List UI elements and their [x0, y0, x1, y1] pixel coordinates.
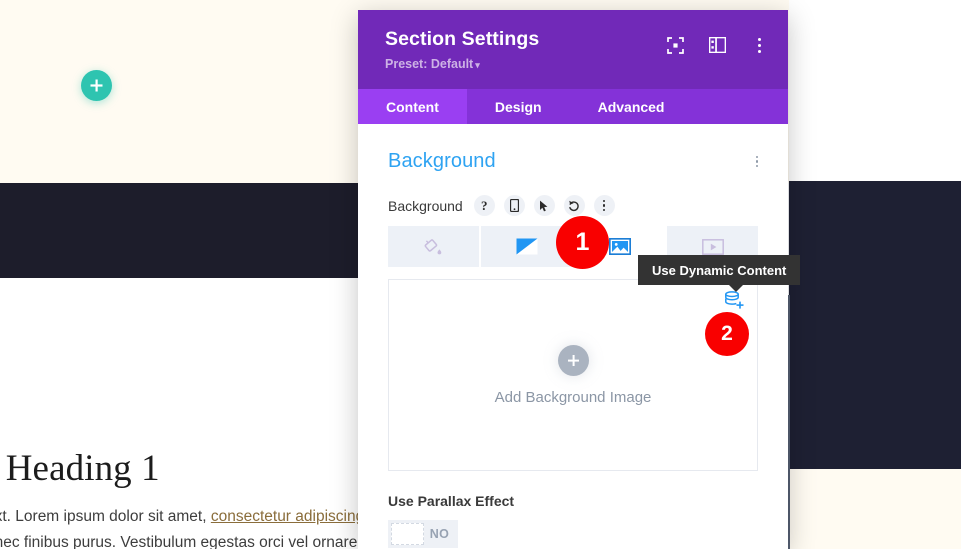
more-options-icon[interactable]	[593, 195, 615, 216]
step-badge-1: 1	[556, 216, 609, 269]
modal-tab-bar: Content Design Advanced	[358, 89, 788, 124]
screenshot-root: t Heading 1 ext. Lorem ipsum dolor sit a…	[0, 0, 961, 549]
background-color-tab[interactable]	[388, 226, 479, 267]
page-right-dark-panel	[789, 181, 961, 469]
toggle-knob	[391, 523, 424, 545]
step-badge-2: 2	[705, 312, 749, 356]
tab-advanced[interactable]: Advanced	[570, 89, 693, 124]
paragraph-link[interactable]: consectetur adipiscing	[211, 508, 364, 525]
more-options-icon[interactable]	[750, 36, 768, 54]
page-heading: t Heading 1	[0, 448, 160, 489]
gradient-icon	[516, 238, 537, 255]
page-dark-band	[0, 183, 359, 278]
database-plus-icon[interactable]	[723, 290, 745, 312]
background-section-header: Background	[358, 124, 788, 173]
vertical-ellipsis-glyph	[757, 37, 761, 53]
undo-glyph	[569, 200, 579, 211]
responsive-mobile-icon[interactable]	[503, 195, 525, 216]
video-icon	[701, 238, 724, 255]
layout-panel-glyph	[708, 37, 726, 53]
preset-selector[interactable]: Preset: Default ▾	[385, 57, 762, 71]
add-section-button[interactable]	[81, 70, 112, 101]
paragraph-text-line2: , nec finibus purus. Vestibulum egestas …	[0, 534, 358, 549]
background-field-row: Background ?	[358, 173, 788, 216]
tab-design[interactable]: Design	[467, 89, 570, 124]
paint-bucket-icon	[424, 239, 442, 255]
database-plus-glyph	[725, 291, 744, 309]
focus-target-glyph	[666, 36, 684, 54]
modal-header-actions	[666, 36, 768, 54]
help-icon[interactable]: ?	[473, 195, 495, 216]
hover-cursor-icon[interactable]	[533, 195, 555, 216]
background-section-more-options-icon[interactable]	[755, 155, 758, 168]
page-right-white-top	[789, 0, 961, 181]
background-field-label: Background	[388, 197, 463, 214]
plus-icon	[90, 79, 103, 92]
dynamic-content-tooltip: Use Dynamic Content	[638, 255, 801, 292]
modal-header: Section Settings Preset: Default ▾	[358, 10, 788, 89]
parallax-label: Use Parallax Effect	[388, 493, 515, 509]
background-section-title[interactable]: Background	[388, 150, 496, 173]
background-image-dropzone[interactable]: Add Background Image	[388, 279, 758, 471]
page-paragraph: ext. Lorem ipsum dolor sit amet, consect…	[0, 504, 386, 549]
parallax-toggle[interactable]: NO	[388, 520, 458, 548]
chevron-down-icon: ▾	[475, 60, 480, 70]
vertical-ellipsis-glyph	[602, 199, 606, 212]
reset-undo-icon[interactable]	[563, 195, 585, 216]
paragraph-text-prefix: ext. Lorem ipsum dolor sit amet,	[0, 508, 211, 525]
mobile-glyph	[509, 199, 519, 212]
parallax-toggle-value: NO	[429, 527, 450, 541]
vertical-ellipsis-glyph	[755, 155, 758, 168]
page-right-cream-band	[789, 469, 961, 549]
cursor-glyph	[540, 200, 548, 211]
add-background-image-label: Add Background Image	[494, 388, 652, 406]
focus-target-icon[interactable]	[666, 36, 684, 54]
layout-panel-icon[interactable]	[708, 36, 726, 54]
preset-label: Preset: Default	[385, 57, 474, 71]
add-image-button[interactable]	[557, 344, 589, 376]
tab-content[interactable]: Content	[358, 89, 467, 124]
plus-icon	[567, 354, 579, 366]
image-icon	[608, 238, 631, 255]
